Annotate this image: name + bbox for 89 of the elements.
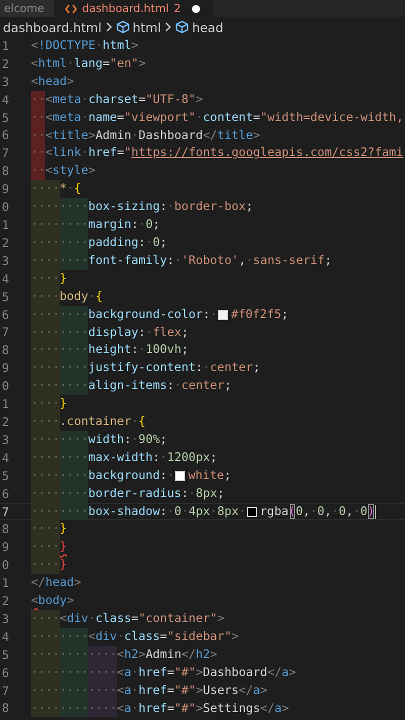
code-text: <html·lang="en">: [31, 54, 146, 72]
code-text: ··<title>Admin·Dashboard</title>: [31, 126, 260, 144]
breadcrumb-item[interactable]: dashboard.html: [3, 20, 102, 34]
code-file-icon: [65, 4, 78, 14]
code-text: ········padding:·0;: [31, 234, 168, 252]
line-number: 6: [0, 666, 9, 680]
code-text: ··<meta·charset="UTF-8">: [31, 90, 203, 109]
line-number: 9: [0, 540, 9, 554]
code-text: <head>: [31, 72, 74, 90]
code-text: white;: [188, 466, 232, 484]
line-number: 7: [0, 146, 9, 160]
code-text: ········font-family:·'Roboto',·sans-serif;: [31, 252, 332, 270]
code-text: ········max-width:·1200px;: [31, 448, 218, 467]
line-number: 5: [0, 110, 9, 125]
line-number: 1: [0, 38, 9, 53]
code-text: ········box-sizing:·border-box;: [31, 198, 253, 216]
code-text: ········background:·: [31, 466, 174, 485]
code-text: ········justify-content:·center;: [31, 359, 260, 378]
code-text: ··<link·href="https://fonts.googleapis.com/css2?fami: [31, 144, 404, 162]
chevron-icon: [164, 21, 172, 33]
line-number: 5: [0, 468, 9, 483]
code-text: ············<a·href="#">Settings</a>: [31, 700, 289, 718]
code-text: ····*·{: [31, 180, 82, 198]
line-number: 1: [0, 218, 9, 232]
code-text: ········align-items:·center;: [31, 377, 232, 396]
line-number: 2: [0, 414, 9, 429]
tab[interactable]: elcome: [0, 0, 56, 17]
line-number: 8: [0, 343, 9, 358]
line-number: 7: [0, 325, 9, 340]
code-text: ········background-color:·: [31, 306, 218, 324]
code-text: ··<meta·name="viewport"·content="width=device-width,: [31, 108, 404, 127]
line-number: 7: [0, 504, 9, 519]
cube-icon: [175, 20, 190, 34]
line-number: 3: [0, 432, 9, 447]
line-number: 8: [0, 522, 9, 536]
code-text: ····body·{: [31, 288, 103, 306]
code-text: ············<a·href="#">Users</a>: [31, 682, 268, 700]
line-number: 5: [0, 648, 9, 662]
line-number: 7: [0, 684, 9, 698]
cube-icon: [116, 20, 130, 34]
code-text: #f0f2f5;: [231, 306, 288, 323]
code-text: ····.container·{: [31, 413, 146, 431]
line-number: 1: [0, 397, 9, 412]
code-text: ········height:·100vh;: [31, 341, 189, 360]
chevron-icon: [104, 21, 113, 33]
line-number: 0: [0, 379, 9, 394]
breadcrumb-item[interactable]: head: [175, 20, 224, 34]
line-number: 8: [0, 701, 9, 716]
code-text: <!DOCTYPE·html>: [31, 37, 138, 54]
code-text: ····}: [31, 538, 67, 556]
line-number: 4: [0, 92, 9, 107]
line-number: 8: [0, 164, 9, 178]
line-number: 5: [0, 290, 9, 304]
line-number: 0: [0, 200, 9, 214]
line-number: 4: [0, 272, 9, 286]
code-text: ············<a·href="#">Dashboard</a>: [31, 664, 296, 682]
code-text: ····}: [31, 395, 67, 414]
code-text: ··<style>: [31, 162, 96, 180]
line-number: 6: [0, 486, 9, 501]
line-number: 2: [0, 236, 9, 250]
code-text: ············<h2>Admin</h2>: [31, 646, 218, 664]
breadcrumb-item[interactable]: html: [116, 20, 162, 34]
line-number: 3: [0, 612, 9, 626]
code-text: rgba(0,·0,·0,·0): [260, 502, 375, 520]
code-text: ····}: [31, 520, 67, 538]
line-number: 3: [0, 254, 9, 268]
line-number: 2: [0, 594, 9, 608]
code-text: ········display:·flex;: [31, 324, 189, 342]
code-text: </head>: [31, 574, 82, 592]
code-text: ····<div·class="container">: [31, 610, 224, 628]
code-text: ········box-shadow:·0·4px·8px·: [31, 502, 246, 520]
line-number: 2: [0, 56, 9, 71]
line-number: 9: [0, 361, 9, 376]
line-number: 4: [0, 630, 9, 644]
line-number: 4: [0, 450, 9, 465]
code-text: ····}: [31, 556, 67, 574]
code-text: ····}: [31, 270, 67, 288]
line-number: 6: [0, 128, 9, 142]
line-number: 9: [0, 182, 9, 196]
code-text: ········<div·class="sidebar">: [31, 628, 239, 646]
line-number: 6: [0, 308, 9, 322]
line-number: 1: [0, 576, 9, 590]
tab[interactable]: dashboard.html 2: [55, 0, 213, 17]
code-text: ········margin:·0;: [31, 216, 160, 234]
code-text: ········width:·90%;: [31, 430, 168, 449]
line-number: 0: [0, 558, 9, 572]
code-text: <body>: [31, 592, 74, 610]
code-text: ········border-radius:·8px;: [31, 484, 224, 503]
line-number: 3: [0, 74, 9, 89]
